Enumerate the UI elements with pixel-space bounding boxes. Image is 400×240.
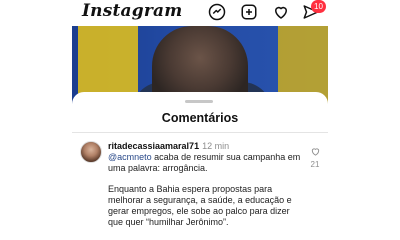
- like-count: 21: [310, 160, 320, 169]
- heart-icon[interactable]: [272, 3, 290, 21]
- like-button[interactable]: 21: [308, 146, 322, 169]
- avatar[interactable]: [80, 141, 102, 163]
- comment-line: uma palavra: arrogância.: [108, 163, 208, 173]
- drag-handle[interactable]: [185, 100, 213, 103]
- comment-line: Enquanto a Bahia espera propostas para: [108, 184, 273, 194]
- like-heart-icon: [311, 148, 319, 156]
- instagram-screen: Instagram 10 Comentários ritadecassiaama…: [72, 0, 328, 240]
- comment-line: gerar empregos, ele sobe ao palco para d…: [108, 206, 290, 216]
- send-icon[interactable]: 10: [302, 0, 326, 21]
- instagram-logo: Instagram: [82, 1, 183, 21]
- comment-line: @acmneto acaba de resumir sua campanha e…: [108, 152, 304, 163]
- divider: [72, 132, 328, 133]
- comment-body: ritadecassiaamaral71 12 min @acmneto acab…: [108, 141, 304, 228]
- comments-sheet: Comentários ritadecassiaamaral71 12 min @…: [72, 92, 328, 240]
- messenger-icon[interactable]: [208, 3, 226, 21]
- comment-header: ritadecassiaamaral71 12 min: [108, 141, 304, 152]
- top-bar: Instagram 10: [72, 0, 328, 26]
- comment-time: 12 min: [202, 141, 230, 151]
- notification-badge: 10: [311, 0, 326, 13]
- comment-line: que quer “humilhar Jerônimo”.: [108, 217, 229, 227]
- sheet-title: Comentários: [161, 111, 239, 125]
- mention-link[interactable]: @acmneto: [108, 152, 152, 162]
- comment-text: acaba de resumir sua campanha em: [151, 152, 301, 162]
- plus-square-icon[interactable]: [240, 3, 258, 21]
- comment-line: melhorar a segurança, a saúde, a educaçã…: [108, 195, 292, 205]
- comment-username[interactable]: ritadecassiaamaral71: [108, 141, 199, 151]
